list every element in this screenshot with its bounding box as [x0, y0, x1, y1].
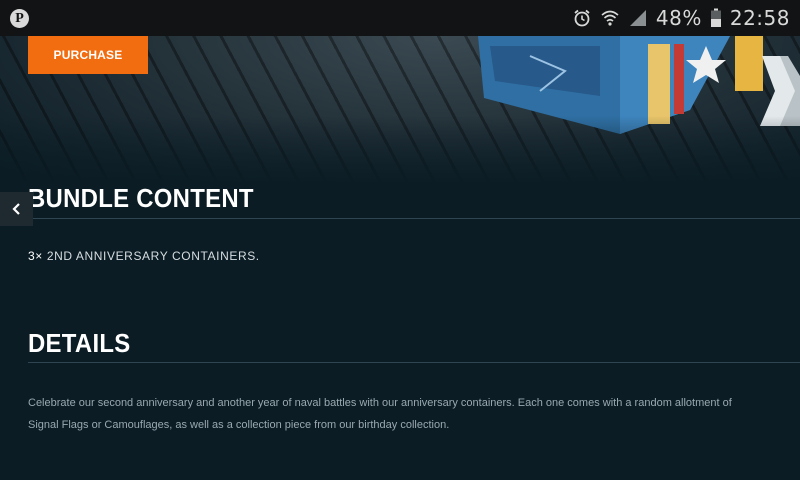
bundle-item-quantity: 3× [28, 249, 43, 263]
details-title: DETAILS [28, 328, 131, 358]
battery-icon [710, 8, 722, 28]
wifi-icon [600, 8, 620, 28]
pinterest-icon [10, 8, 29, 28]
bundle-item-name: 2ND ANNIVERSARY CONTAINERS. [46, 249, 260, 263]
details-description: Celebrate our second anniversary and ano… [28, 397, 732, 431]
status-bar: 48% 22:58 [0, 0, 800, 36]
bundle-item: 3× 2ND ANNIVERSARY CONTAINERS. [28, 249, 260, 263]
hero-banner: PURCHASE [0, 36, 800, 186]
clock: 22:58 [729, 6, 790, 30]
signal-icon [628, 8, 648, 28]
hero-fade [0, 116, 800, 186]
alarm-icon [572, 8, 592, 28]
details-divider [28, 362, 800, 363]
scroll-left-button[interactable] [0, 192, 33, 226]
purchase-button[interactable]: PURCHASE [28, 36, 148, 74]
chevron-left-icon [11, 203, 20, 215]
bundle-divider [28, 218, 800, 219]
battery-percent: 48% [655, 6, 702, 30]
bundle-content-title: BUNDLE CONTENT [28, 183, 254, 213]
